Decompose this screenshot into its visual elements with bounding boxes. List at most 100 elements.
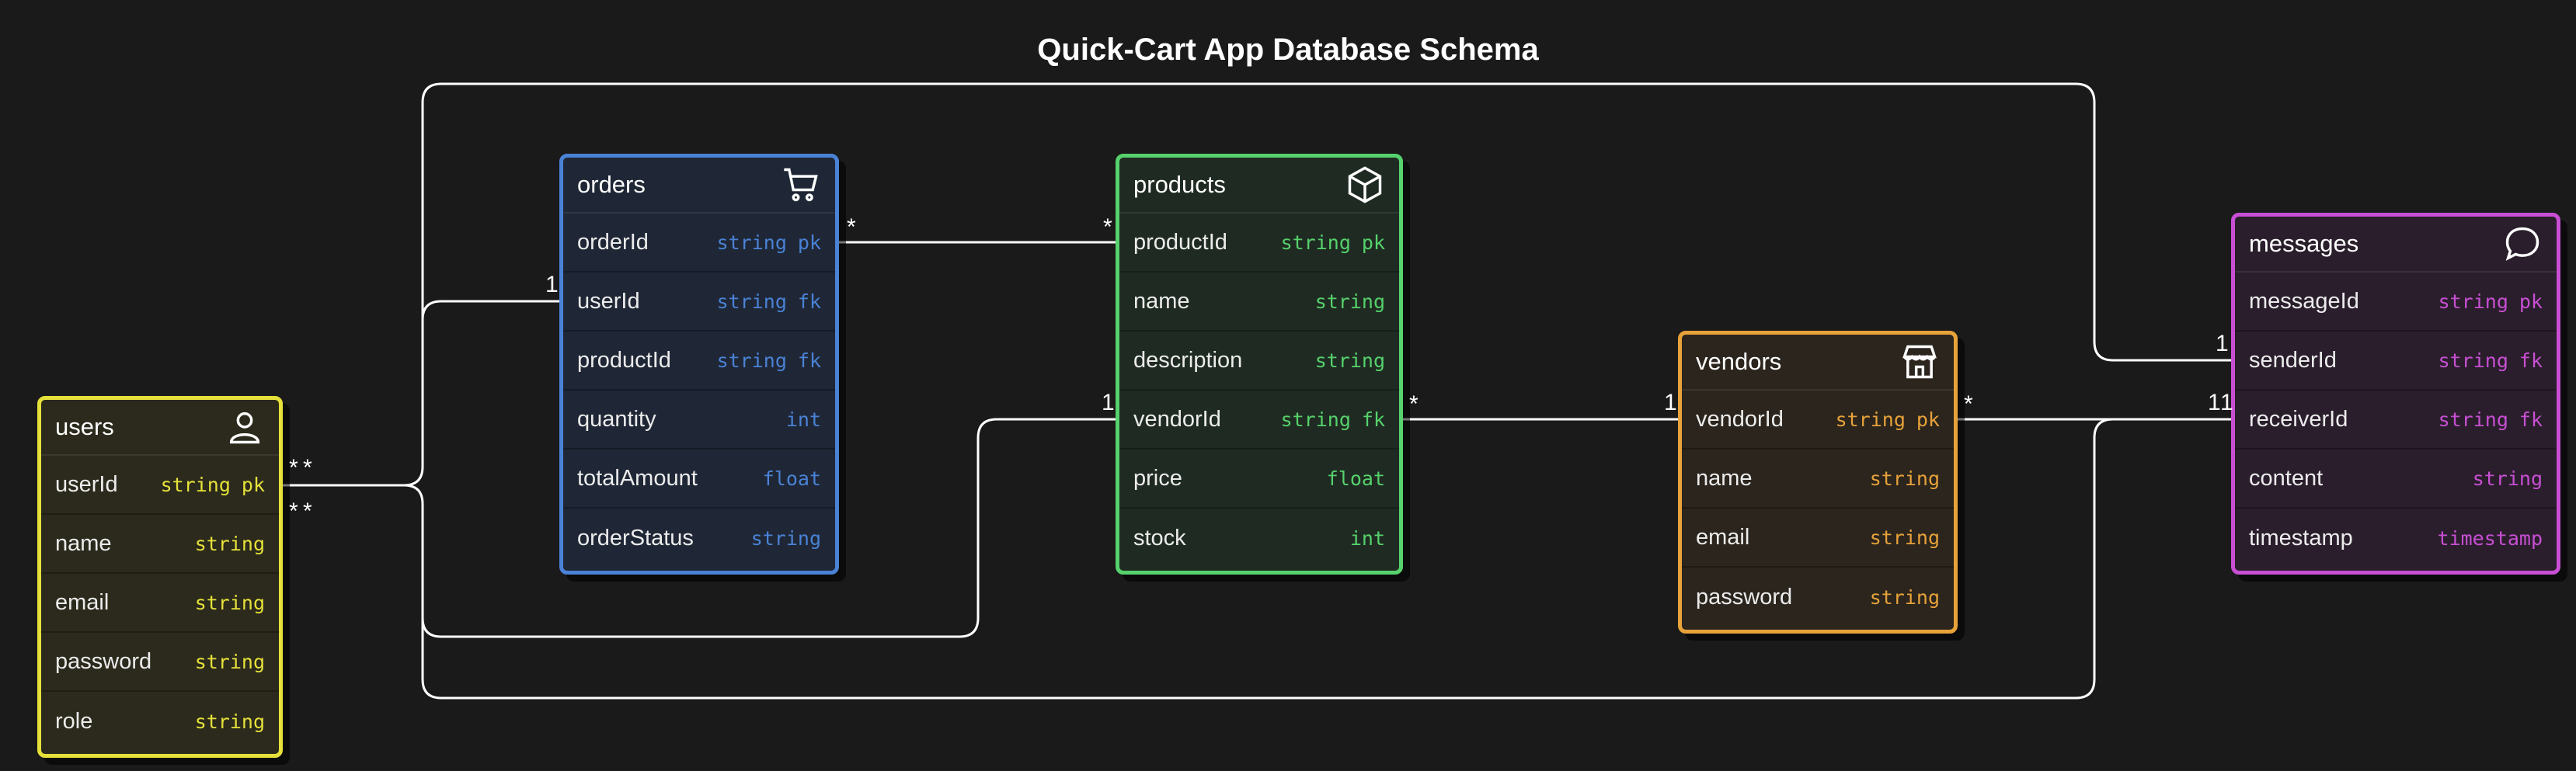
- field-type-group: string: [1315, 349, 1385, 372]
- entity-header: messages: [2235, 217, 2557, 273]
- field-name: productId: [577, 347, 671, 373]
- field-name: email: [1696, 524, 1750, 550]
- field-row[interactable]: timestamp timestamp: [2235, 509, 2557, 568]
- field-name: userId: [55, 471, 118, 497]
- field-type-group: string pk: [1281, 231, 1385, 254]
- entity-messages[interactable]: messages messageId string pk senderId string…: [2231, 213, 2560, 575]
- field-type: string: [716, 231, 787, 254]
- field-type-group: string pk: [161, 474, 265, 496]
- field-name: messageId: [2249, 288, 2359, 314]
- cardinality-users-messages-2: *: [303, 498, 312, 524]
- field-row[interactable]: userId string pk: [41, 456, 279, 515]
- relation-users-orders: [281, 300, 561, 487]
- cardinality-vendors-vendorid-left: 1: [1664, 390, 1677, 415]
- field-type: string: [750, 526, 821, 550]
- field-name: orderStatus: [577, 525, 694, 550]
- field-name: name: [55, 530, 112, 556]
- entity-orders[interactable]: orders orderId string pk userId string fk prod…: [559, 154, 839, 575]
- field-name: password: [55, 648, 152, 674]
- field-type: string: [1314, 290, 1385, 313]
- field-type: int: [1349, 526, 1385, 550]
- field-row[interactable]: name string: [1682, 450, 1954, 509]
- cardinality-vendors-vendorid-right: *: [1964, 391, 1973, 417]
- field-row[interactable]: receiverId string fk: [2235, 391, 2557, 450]
- field-name: orderId: [577, 229, 649, 255]
- field-row[interactable]: description string: [1119, 332, 1399, 391]
- field-name: stock: [1133, 525, 1186, 550]
- field-row[interactable]: vendorId string pk: [1682, 391, 1954, 450]
- field-row[interactable]: productId string fk: [563, 332, 835, 391]
- field-name: content: [2249, 465, 2324, 491]
- entity-title: vendors: [1696, 348, 1782, 375]
- entity-header: orders: [563, 158, 835, 214]
- entity-products[interactable]: products productId string pk name string desc…: [1116, 154, 1403, 575]
- field-type-group: string pk: [2438, 290, 2543, 313]
- field-row[interactable]: price float: [1119, 450, 1399, 509]
- field-row[interactable]: totalAmount float: [563, 450, 835, 509]
- field-row[interactable]: password string: [41, 633, 279, 692]
- field-row[interactable]: orderId string pk: [563, 214, 835, 273]
- field-type-group: string: [1870, 467, 1940, 490]
- field-type-group: float: [763, 467, 821, 490]
- cardinality-orders-userid: 1: [545, 272, 559, 297]
- field-type: string: [2438, 349, 2508, 372]
- entity-title: products: [1133, 171, 1226, 198]
- field-row[interactable]: productId string pk: [1119, 214, 1399, 273]
- field-row[interactable]: orderStatus string: [563, 509, 835, 568]
- field-name: senderId: [2249, 347, 2337, 373]
- field-type-group: string: [195, 592, 265, 614]
- field-name: name: [1133, 288, 1190, 314]
- field-row[interactable]: content string: [2235, 450, 2557, 509]
- entity-header: users: [41, 400, 279, 456]
- field-type: string: [2472, 467, 2543, 490]
- cardinality-messages-receiverid-b: 1: [2220, 390, 2233, 415]
- field-type: string: [1869, 467, 1940, 490]
- field-name: vendorId: [1133, 406, 1221, 432]
- field-row[interactable]: name string: [41, 515, 279, 574]
- field-type: float: [1326, 467, 1385, 490]
- field-key-badge: pk: [2519, 290, 2543, 313]
- field-name: timestamp: [2249, 525, 2353, 550]
- field-name: userId: [577, 288, 640, 314]
- field-row[interactable]: senderId string fk: [2235, 332, 2557, 391]
- field-name: description: [1133, 347, 1243, 373]
- entity-header: products: [1119, 158, 1399, 214]
- field-type-group: string pk: [1836, 408, 1940, 431]
- field-key-badge: fk: [797, 349, 821, 372]
- field-type: string: [716, 349, 787, 372]
- field-name: price: [1133, 465, 1182, 491]
- field-row[interactable]: vendorId string fk: [1119, 391, 1399, 450]
- chat-icon: [2502, 224, 2543, 264]
- field-row[interactable]: userId string fk: [563, 273, 835, 332]
- entity-title: users: [55, 413, 114, 440]
- cardinality-messages-senderid: 1: [2216, 331, 2229, 356]
- field-row[interactable]: email string: [41, 574, 279, 633]
- field-row[interactable]: password string: [1682, 568, 1954, 627]
- field-type-group: string: [1870, 586, 1940, 609]
- entity-vendors[interactable]: vendors vendorId string pk name string email s…: [1678, 331, 1958, 634]
- cardinality-products-vendorid-left: 1: [1102, 390, 1115, 415]
- field-row[interactable]: email string: [1682, 509, 1954, 568]
- field-type-group: string fk: [717, 349, 821, 372]
- field-key-badge: pk: [1361, 231, 1385, 254]
- field-type: string: [2438, 408, 2508, 431]
- field-row[interactable]: role string: [41, 692, 279, 751]
- field-type: string: [194, 650, 265, 673]
- entity-users[interactable]: users userId string pk name string email strin…: [37, 396, 283, 758]
- field-name: email: [55, 589, 110, 615]
- field-key-badge: pk: [1916, 408, 1940, 431]
- field-name: quantity: [577, 406, 656, 432]
- field-type: string: [194, 591, 265, 614]
- field-type-group: string fk: [1281, 408, 1385, 431]
- field-type-group: string fk: [2438, 349, 2543, 372]
- field-name: productId: [1133, 229, 1227, 255]
- field-type-group: string pk: [717, 231, 821, 254]
- field-type-group: string fk: [717, 290, 821, 313]
- field-row[interactable]: quantity int: [563, 391, 835, 450]
- field-row[interactable]: name string: [1119, 273, 1399, 332]
- field-row[interactable]: messageId string pk: [2235, 273, 2557, 332]
- field-name: name: [1696, 465, 1753, 491]
- field-type: float: [762, 467, 821, 490]
- field-type-group: timestamp: [2438, 527, 2543, 550]
- field-row[interactable]: stock int: [1119, 509, 1399, 568]
